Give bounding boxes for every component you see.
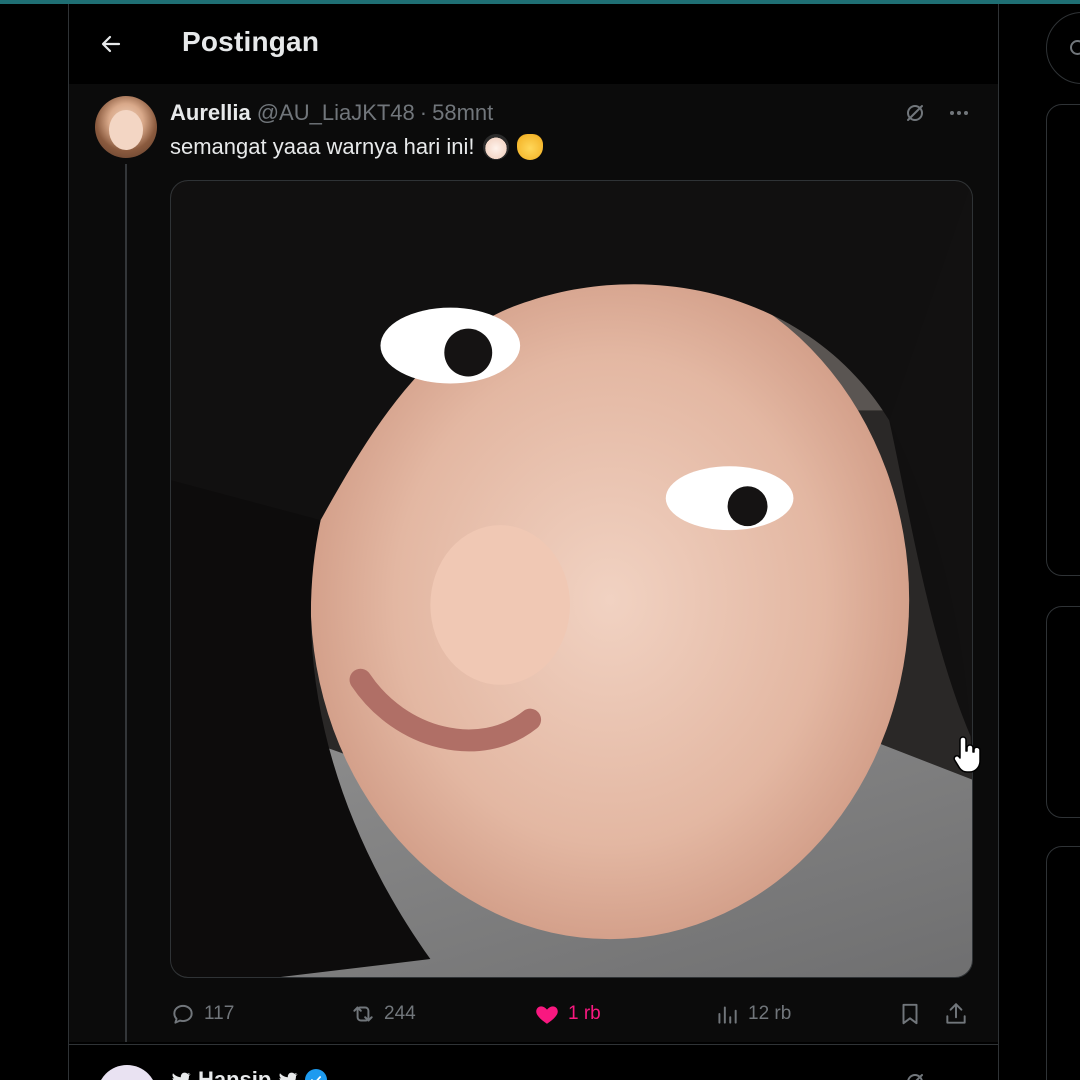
repost-icon: [353, 1006, 373, 1022]
next-author-display-name[interactable]: Hansip: [198, 1067, 271, 1080]
next-post[interactable]: Hansip: [69, 1044, 998, 1080]
left-sidebar: [0, 4, 68, 1080]
heart-filled-icon: [536, 1006, 558, 1024]
author-display-name[interactable]: Aurellia: [170, 100, 251, 126]
bird-icon: [279, 1072, 299, 1080]
thread-line: [125, 164, 127, 1042]
grok-icon: [907, 105, 923, 121]
post[interactable]: Aurellia @AU_LiaJKT48 · 58mnt semangat y…: [69, 84, 998, 1042]
search-icon: [1070, 40, 1080, 55]
post-top-actions: [900, 98, 974, 128]
page-header: Postingan: [69, 4, 998, 84]
verified-badge-icon: [305, 1069, 328, 1080]
like-count: 1 rb: [568, 1003, 601, 1024]
repost-count: 244: [384, 1003, 416, 1024]
author-handle[interactable]: @AU_LiaJKT48: [257, 100, 415, 126]
post-timestamp[interactable]: 58mnt: [432, 100, 493, 126]
engagement-bar: 117 244 1 rb 12 rb: [170, 994, 974, 1034]
face-emoji: [482, 134, 509, 160]
post-photo-image: [171, 181, 972, 977]
post-text-content: semangat yaaa warnya hari ini!: [170, 134, 475, 159]
sidebar-card-2: [1046, 606, 1080, 818]
repost-button[interactable]: 244: [350, 994, 416, 1034]
next-post-top-actions: [900, 1067, 974, 1080]
more-icon: [947, 1070, 971, 1080]
bookmark-icon: [902, 1003, 918, 1025]
separator-dot: ·: [419, 100, 428, 125]
post-photo[interactable]: [170, 180, 973, 978]
grok-icon: [907, 1074, 923, 1080]
views-chart-icon: [718, 1006, 737, 1024]
more-icon: [950, 111, 968, 115]
hand-pointer-cursor-icon: [953, 736, 981, 773]
search-box[interactable]: [1046, 12, 1080, 84]
like-button[interactable]: 1 rb: [534, 994, 601, 1034]
reply-count: 117: [204, 1003, 235, 1024]
reply-button[interactable]: 117: [170, 994, 234, 1034]
smirking-cat-emoji: [516, 134, 543, 160]
bookmark-button[interactable]: [897, 994, 923, 1034]
post-text: semangat yaaa warnya hari ini!: [170, 134, 543, 160]
page-title: Postingan: [182, 26, 320, 57]
reply-icon: [173, 1004, 193, 1024]
share-icon: [946, 1003, 966, 1024]
right-sidebar: [1000, 4, 1080, 1080]
next-more-options-button[interactable]: [944, 1067, 974, 1080]
back-arrow-icon: [101, 35, 121, 53]
more-options-button[interactable]: [944, 98, 974, 128]
back-button[interactable]: [91, 24, 131, 64]
grok-button[interactable]: [900, 98, 930, 128]
share-button[interactable]: [943, 994, 969, 1034]
bird-icon: [172, 1072, 191, 1080]
author-avatar[interactable]: [95, 96, 157, 158]
post-author-row: Aurellia @AU_LiaJKT48 · 58mnt: [170, 100, 493, 126]
sidebar-card-3: [1046, 846, 1080, 1080]
main-column: Postingan Aurellia @AU_LiaJKT48 · 58mnt: [68, 4, 999, 1080]
next-author-avatar[interactable]: [97, 1065, 157, 1080]
views-button[interactable]: 12 rb: [714, 994, 791, 1034]
views-count: 12 rb: [748, 1003, 792, 1024]
sidebar-card-1: [1046, 104, 1080, 576]
next-grok-button[interactable]: [900, 1067, 930, 1080]
next-post-author-row: Hansip: [170, 1067, 328, 1080]
